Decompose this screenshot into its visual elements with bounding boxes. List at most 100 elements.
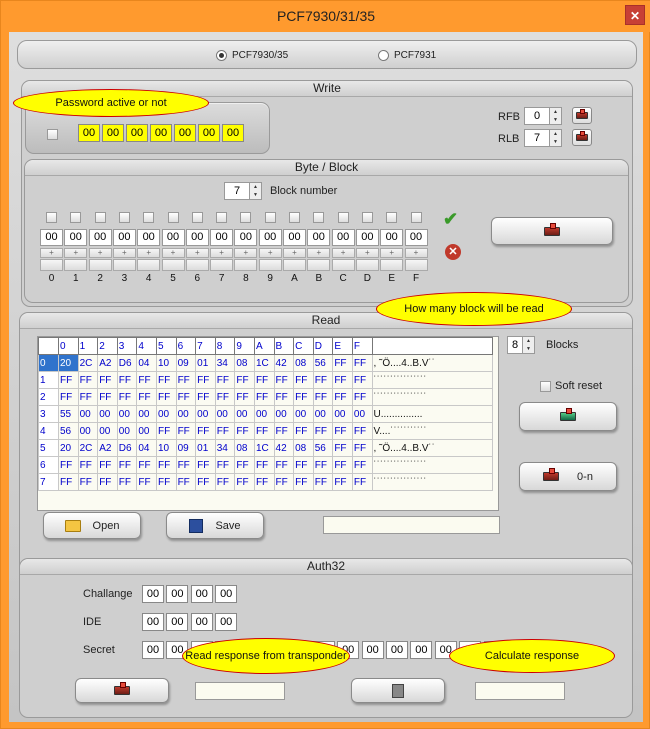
hex-cell[interactable]: FF (332, 354, 353, 372)
byte-field[interactable]: 00 (185, 229, 209, 246)
plus-button[interactable]: + (210, 248, 234, 258)
hex-cell[interactable]: FF (332, 439, 353, 457)
block-number-spinner[interactable]: 7 ▲ ▼ (224, 182, 262, 200)
hex-cell[interactable]: D6 (116, 439, 138, 457)
chal-byte[interactable]: 00 (215, 585, 238, 603)
hex-cell[interactable]: FF (312, 422, 334, 440)
hex-cell[interactable]: FF (293, 388, 314, 406)
read-status-field[interactable] (323, 516, 500, 534)
byte-field[interactable]: 00 (40, 229, 63, 246)
hex-cell[interactable]: FF (116, 388, 138, 406)
hex-cell[interactable]: FF (214, 371, 236, 389)
write-block-button[interactable] (491, 217, 613, 245)
hex-cell[interactable]: FF (155, 422, 177, 440)
hex-cell[interactable]: 00 (273, 405, 295, 423)
chal-byte[interactable]: 00 (166, 585, 189, 603)
hex-cell[interactable]: FF (97, 473, 118, 491)
plus-button[interactable]: + (307, 248, 331, 258)
bit-button[interactable] (161, 259, 185, 271)
blocks-value[interactable]: 8 (507, 336, 523, 354)
save-button[interactable]: Save (166, 512, 264, 539)
bit-button[interactable] (380, 259, 404, 271)
hex-cell[interactable]: FF (77, 456, 99, 474)
byte-checkbox[interactable] (143, 212, 155, 223)
read-response-button[interactable] (75, 678, 169, 703)
hex-cell[interactable]: 00 (136, 422, 157, 440)
hex-cell[interactable]: FF (253, 371, 275, 389)
hex-cell[interactable]: FF (155, 473, 177, 491)
hex-cell[interactable]: FF (97, 388, 118, 406)
ide-byte[interactable]: 00 (215, 613, 238, 631)
hex-cell[interactable]: 00 (175, 405, 197, 423)
hex-cell[interactable]: 10 (155, 354, 177, 372)
hex-cell[interactable]: FF (273, 456, 295, 474)
hex-cell[interactable]: 00 (351, 405, 373, 423)
spin-arrows-icon[interactable]: ▲ ▼ (550, 107, 562, 125)
plus-button[interactable]: + (331, 248, 355, 258)
hex-cell[interactable]: FF (312, 456, 334, 474)
hex-cell[interactable]: A2 (97, 354, 118, 372)
hex-cell[interactable]: FF (293, 456, 314, 474)
hex-cell[interactable]: FF (312, 388, 334, 406)
hex-cell[interactable]: FF (136, 456, 157, 474)
soft-reset-checkbox[interactable] (540, 381, 551, 392)
hex-cell[interactable]: FF (195, 473, 216, 491)
hex-cell[interactable]: FF (293, 371, 314, 389)
hex-cell[interactable]: FF (77, 473, 99, 491)
byte-checkbox[interactable] (386, 212, 398, 223)
bit-button[interactable] (88, 259, 112, 271)
ide-byte[interactable]: 00 (166, 613, 189, 631)
hex-cell[interactable]: FF (234, 422, 255, 440)
block-number-value[interactable]: 7 (224, 182, 250, 200)
hex-cell[interactable]: FF (351, 388, 373, 406)
plus-button[interactable]: + (380, 248, 404, 258)
calculated-field[interactable] (475, 682, 565, 700)
bit-button[interactable] (283, 259, 306, 271)
hex-cell[interactable]: 00 (312, 405, 334, 423)
hex-cell[interactable]: 56 (58, 422, 79, 440)
hex-cell[interactable]: 10 (155, 439, 177, 457)
hex-cell[interactable]: FF (234, 473, 255, 491)
bit-button[interactable] (112, 259, 136, 271)
byte-field[interactable]: 00 (234, 229, 258, 246)
plus-button[interactable]: + (40, 248, 63, 258)
password-byte[interactable]: 00 (150, 124, 172, 142)
byte-field[interactable]: 00 (258, 229, 282, 246)
hex-cell[interactable]: FF (332, 473, 353, 491)
hex-cell[interactable]: 00 (116, 422, 138, 440)
hex-cell[interactable]: 56 (312, 439, 334, 457)
hex-row[interactable]: 6 FF FF FF FF FF FF FF FF FF FF FF FF FF FF FF FF ˙˙˙˙˙˙˙… (38, 456, 493, 474)
hex-cell[interactable]: FF (58, 456, 79, 474)
hex-cell[interactable]: FF (214, 473, 236, 491)
byte-field[interactable]: 00 (283, 229, 306, 246)
password-byte[interactable]: 00 (78, 124, 100, 142)
byte-checkbox[interactable] (313, 212, 325, 223)
hex-cell[interactable]: A2 (97, 439, 118, 457)
hex-cell[interactable]: 00 (195, 405, 216, 423)
plus-button[interactable]: + (185, 248, 209, 258)
hex-grid[interactable]: 0 1 2 3 4 5 6 7 8 9 A B C D E F 0 20 2C A2 D6 04 10 09 01 34 08 1C 4… (37, 336, 499, 511)
byte-field[interactable]: 00 (404, 229, 428, 246)
cancel-icon[interactable]: ✕ (445, 244, 461, 260)
byte-field[interactable]: 00 (88, 229, 112, 246)
plus-button[interactable]: + (355, 248, 379, 258)
blocks-spinner[interactable]: 8 ▲ ▼ (507, 336, 535, 354)
byte-field[interactable]: 00 (380, 229, 404, 246)
rlb-value[interactable]: 7 (524, 129, 550, 147)
hex-cell[interactable]: 08 (234, 354, 255, 372)
open-button[interactable]: Open (43, 512, 141, 539)
hex-cell[interactable]: 00 (116, 405, 138, 423)
hex-cell[interactable]: 55 (58, 405, 79, 423)
bit-button[interactable] (404, 259, 428, 271)
response-field[interactable] (195, 682, 285, 700)
hex-cell[interactable]: FF (175, 473, 197, 491)
hex-cell[interactable]: 00 (332, 405, 353, 423)
hex-row[interactable]: 1 FF FF FF FF FF FF FF FF FF FF FF FF FF FF FF FF ˙˙˙˙˙˙˙… (38, 371, 493, 389)
hex-cell[interactable]: 20 (58, 439, 79, 457)
hex-cell[interactable]: FF (155, 371, 177, 389)
hex-cell[interactable]: 00 (234, 405, 255, 423)
password-byte[interactable]: 00 (198, 124, 220, 142)
hex-cell[interactable]: FF (332, 456, 353, 474)
hex-cell[interactable]: D6 (116, 354, 138, 372)
spin-arrows-icon[interactable]: ▲ ▼ (550, 129, 562, 147)
